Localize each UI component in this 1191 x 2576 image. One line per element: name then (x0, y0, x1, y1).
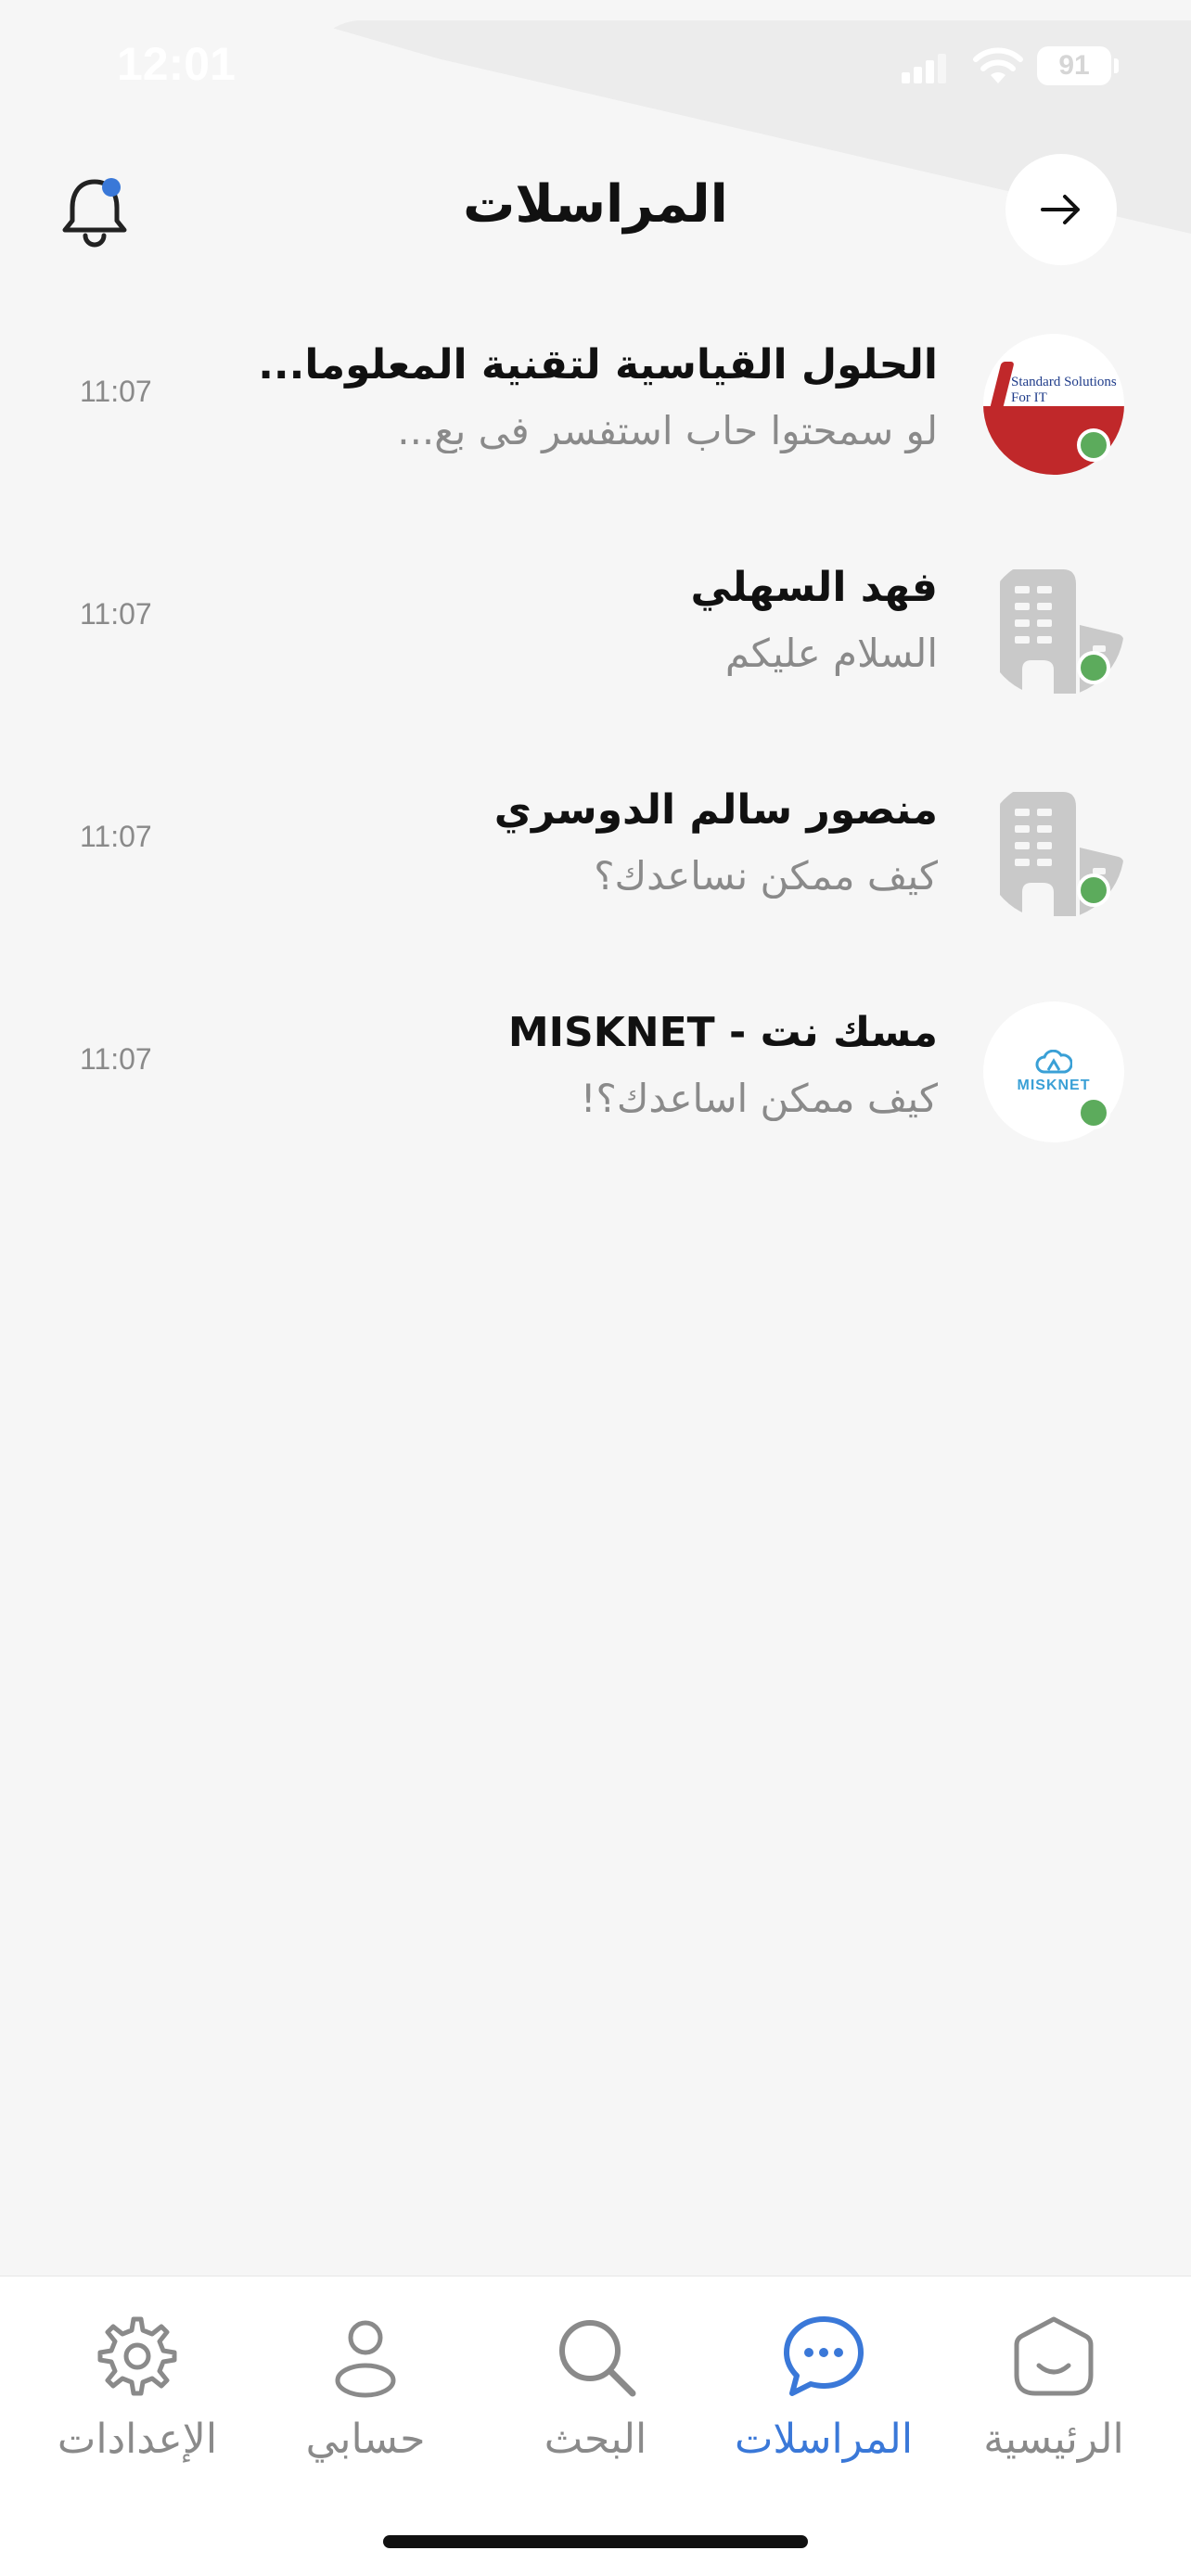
conversation-list: Standard Solutions For IT الحلول القياسي… (0, 315, 1191, 1205)
nav-messages[interactable]: المراسلات (731, 2310, 916, 2495)
header: المراسلات (0, 139, 1191, 278)
nav-search-label: البحث (544, 2416, 647, 2463)
conversation-name: منصور سالم الدوسري (493, 786, 938, 834)
home-icon (1014, 2316, 1094, 2396)
conversation-preview: كيف ممكن نساعدك؟ (594, 853, 938, 899)
conversation-item[interactable]: Standard Solutions For IT الحلول القياسي… (0, 315, 1191, 538)
nav-search[interactable]: البحث (503, 2310, 688, 2495)
status-time: 12:01 (117, 38, 236, 90)
wifi-icon (973, 47, 1023, 83)
conversation-preview: السلام عليكم (724, 631, 938, 676)
conversation-time: 11:07 (80, 1042, 152, 1076)
online-status-dot (1077, 651, 1110, 684)
nav-home-label: الرئيسية (983, 2416, 1124, 2463)
online-status-dot (1077, 428, 1110, 462)
arrow-right-icon (1041, 195, 1080, 224)
nav-account-label: حسابي (305, 2416, 426, 2463)
nav-settings-label: الإعدادات (57, 2416, 218, 2463)
conversation-preview: كيف ممكن اساعدك؟! (580, 1076, 938, 1121)
conversation-name: فهد السهلي (690, 564, 939, 611)
user-icon (335, 2320, 396, 2398)
misknet-logo-text: MISKNET (1017, 1078, 1091, 1093)
gear-icon (97, 2316, 177, 2396)
signal-icon (902, 54, 946, 83)
cloud-icon (1035, 1050, 1072, 1074)
conversation-preview: لو سمحتوا حاب استفسر فى بع... (397, 408, 938, 453)
conversation-time: 11:07 (80, 820, 152, 853)
conversation-time: 11:07 (80, 597, 152, 631)
conversation-item[interactable]: MISKNET مسك نت - MISKNET كيف ممكن اساعدك… (0, 983, 1191, 1205)
conversation-name: الحلول القياسية لتقنية المعلوما... (258, 341, 938, 389)
conversation-time: 11:07 (80, 375, 152, 408)
status-bar: 12:01 91 (0, 0, 1191, 134)
nav-messages-label: المراسلات (734, 2416, 914, 2463)
back-button[interactable] (1005, 154, 1117, 265)
conversation-item[interactable]: منصور سالم الدوسري كيف ممكن نساعدك؟ 11:0… (0, 760, 1191, 983)
chat-icon (784, 2316, 864, 2396)
nav-account[interactable]: حسابي (273, 2310, 458, 2495)
battery-icon: 91 (1037, 46, 1119, 85)
bottom-navigation: الإعدادات حسابي البحث المراسلات الرئيسية (0, 2276, 1191, 2576)
search-icon (559, 2320, 636, 2397)
online-status-dot (1077, 874, 1110, 907)
nav-home[interactable]: الرئيسية (961, 2310, 1146, 2495)
conversation-name: مسك نت - MISKNET (507, 1009, 938, 1056)
online-status-dot (1077, 1096, 1110, 1129)
nav-settings[interactable]: الإعدادات (45, 2310, 230, 2495)
conversation-item[interactable]: فهد السهلي السلام عليكم 11:07 (0, 538, 1191, 760)
home-indicator (383, 2535, 808, 2548)
